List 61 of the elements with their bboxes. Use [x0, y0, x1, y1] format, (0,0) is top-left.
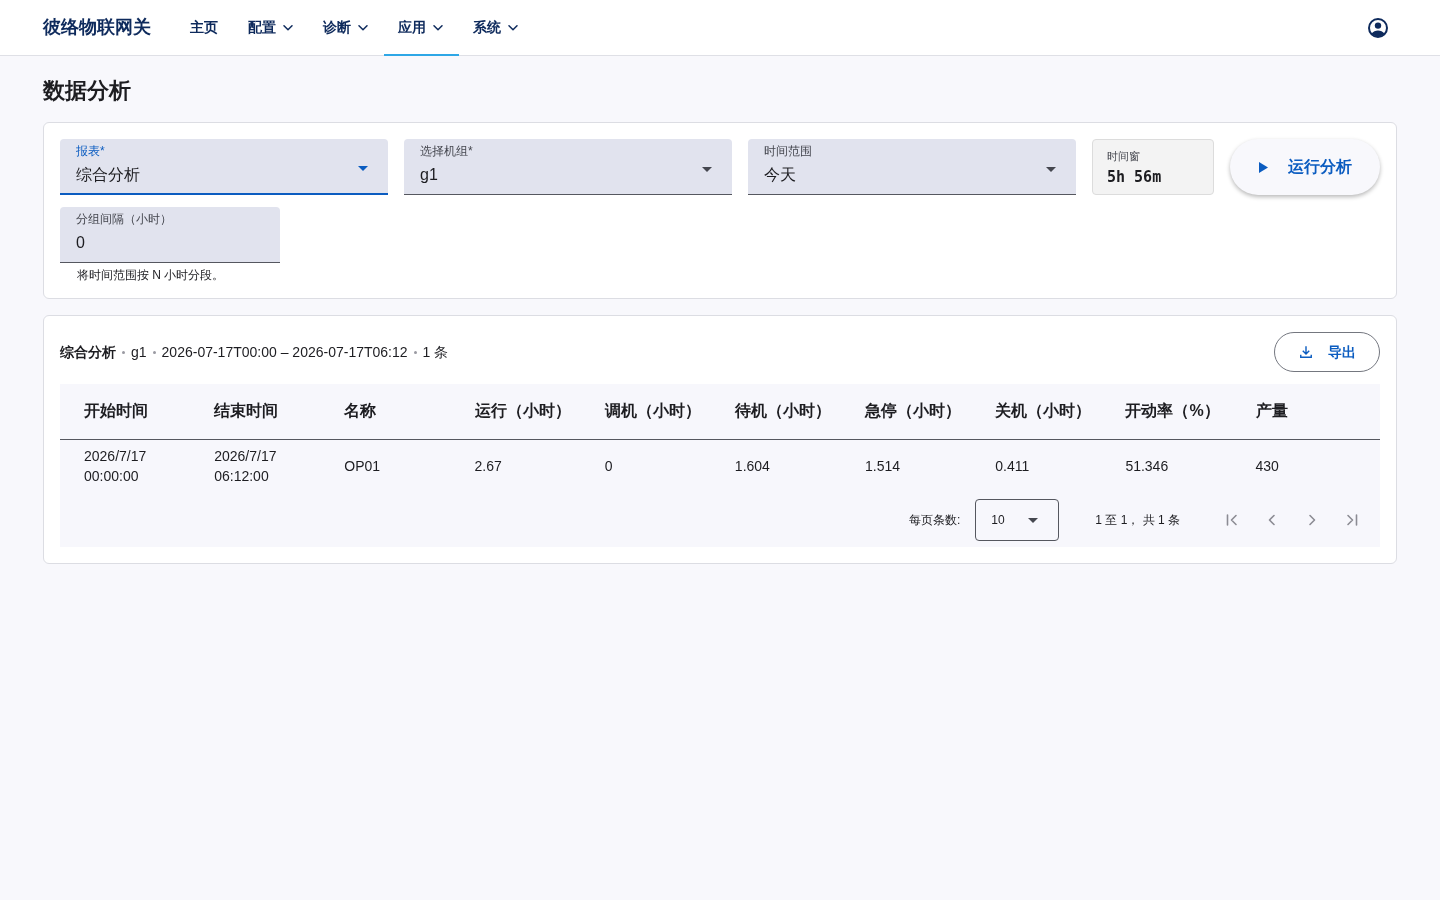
- table-cell-text: 1.514: [865, 457, 901, 477]
- column-header: 急停（小时）: [841, 384, 972, 439]
- nav-menu-item[interactable]: 配置: [234, 0, 309, 56]
- first-page-icon: [1224, 512, 1240, 528]
- field-label: 选择机组*: [420, 144, 473, 158]
- download-icon: [1298, 345, 1313, 359]
- nav-menu-item[interactable]: 诊断: [309, 0, 384, 56]
- page-size-label: 每页条数:: [908, 512, 961, 529]
- table-cell-text: 2026/7/17 00:00:00: [84, 447, 148, 487]
- field-label: 时间范围: [764, 144, 812, 158]
- report-name: 综合分析: [60, 342, 116, 362]
- text-field[interactable]: 分组间隔（小时） 0: [60, 207, 280, 263]
- table-cell-text: 51.346: [1125, 457, 1169, 477]
- field-value: 5h 56m: [1107, 167, 1162, 187]
- table-cell-text: 2.67: [474, 457, 502, 477]
- column-header: 运行（小时）: [450, 384, 581, 439]
- caret-down-icon: [702, 166, 712, 172]
- play-icon: [1258, 161, 1268, 173]
- field-value: g1: [420, 165, 438, 185]
- field-value: 综合分析: [76, 165, 140, 185]
- table-cell-text: 1.604: [734, 457, 770, 477]
- column-header: 关机（小时）: [971, 384, 1102, 439]
- select-field[interactable]: 报表* 综合分析: [60, 139, 388, 195]
- account-button[interactable]: [1368, 17, 1388, 38]
- table-cell-text: 2026/7/17 06:12:00: [214, 447, 278, 487]
- time-range-text: 2026-07-17T00:00 – 2026-07-17T06:12: [161, 342, 408, 362]
- select-field[interactable]: 选择机组* g1: [404, 139, 732, 195]
- record-count: 1 条: [422, 342, 449, 362]
- column-header: 开动率（%）: [1101, 384, 1232, 439]
- column-header: 开始时间: [60, 384, 191, 439]
- field-value: 今天: [764, 165, 796, 185]
- table-cell-text: 430: [1255, 457, 1279, 477]
- export-button[interactable]: 导出: [1274, 332, 1380, 372]
- field-label: 分组间隔（小时）: [76, 212, 172, 226]
- page-range-text: 1 至 1， 共 1 条: [1095, 512, 1181, 529]
- column-header: 调机（小时）: [580, 384, 711, 439]
- brand-title[interactable]: 彼络物联网关: [43, 14, 151, 41]
- table-cell-text: 0: [604, 457, 613, 477]
- caret-down-icon: [1028, 517, 1039, 523]
- field-label: 时间窗: [1107, 149, 1140, 163]
- run-analysis-button[interactable]: 运行分析: [1230, 139, 1380, 195]
- page-size-select[interactable]: 10: [975, 499, 1060, 541]
- user-circle-icon: [1368, 17, 1388, 38]
- field-label: 报表*: [76, 144, 105, 158]
- field-value: 0: [76, 233, 85, 253]
- caret-down-icon: [1046, 166, 1056, 172]
- column-header: 产量: [1231, 384, 1380, 439]
- select-field[interactable]: 时间范围 今天: [748, 139, 1076, 195]
- group-name: g1: [131, 342, 147, 362]
- column-header: 名称: [320, 384, 451, 439]
- nav-menu-item[interactable]: 系统: [459, 0, 534, 56]
- column-header: 待机（小时）: [710, 384, 842, 439]
- table-cell-text: OP01: [344, 457, 381, 477]
- column-header: 结束时间: [190, 384, 321, 439]
- nav-menu-item[interactable]: 主页: [176, 0, 234, 56]
- helper-text: 将时间范围按 N 小时分段。: [77, 268, 225, 282]
- last-page-icon: [1344, 512, 1360, 528]
- nav-menu-item[interactable]: 应用: [384, 0, 459, 56]
- page-title: 数据分析: [43, 78, 132, 104]
- table-cell-text: 0.411: [995, 457, 1030, 477]
- caret-down-icon: [358, 166, 368, 171]
